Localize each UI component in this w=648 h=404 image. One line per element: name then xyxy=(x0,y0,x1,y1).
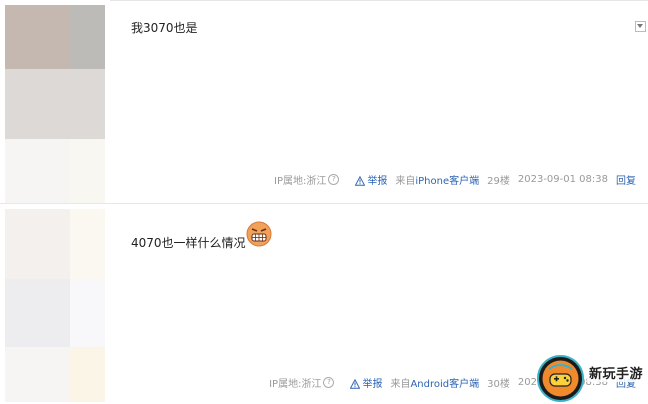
report-link[interactable]: 举报 xyxy=(355,172,387,187)
post-content: 4070也一样什么情况 xyxy=(131,236,246,250)
client-source-link[interactable]: iPhone客户端 xyxy=(415,172,479,187)
client-source-link[interactable]: Android客户端 xyxy=(410,375,479,390)
warning-icon xyxy=(355,175,366,186)
post-meta: IP属地:浙江 ? 举报 来自 iPhone客户端 29楼 2023-09-01… xyxy=(274,172,636,187)
ip-location: IP属地:浙江 xyxy=(269,378,322,390)
post-floor-29: 我3070也是 IP属地:浙江 ? 举报 来自 iPhone客户端 29楼 20… xyxy=(0,0,648,203)
gamepad-logo-icon xyxy=(537,355,584,402)
post-options-dropdown-icon[interactable] xyxy=(635,21,646,32)
floor-number: 29楼 xyxy=(487,175,510,187)
warning-icon xyxy=(350,378,361,389)
source-prefix: 来自 xyxy=(390,378,411,390)
post-content: 我3070也是 xyxy=(131,21,198,35)
help-icon[interactable]: ? xyxy=(328,173,340,185)
source-prefix: 来自 xyxy=(395,175,416,187)
floor-number: 30楼 xyxy=(487,378,510,390)
ip-location: IP属地:浙江 xyxy=(274,175,327,187)
help-icon[interactable]: ? xyxy=(323,376,335,388)
site-watermark: 新玩手游 xyxy=(537,355,648,402)
watermark-text: 新玩手游 xyxy=(587,363,646,382)
report-link[interactable]: 举报 xyxy=(350,375,382,390)
grimace-emoji-icon xyxy=(246,221,272,247)
reply-button[interactable]: 回复 xyxy=(616,172,636,187)
post-timestamp: 2023-09-01 08:38 xyxy=(517,173,608,185)
